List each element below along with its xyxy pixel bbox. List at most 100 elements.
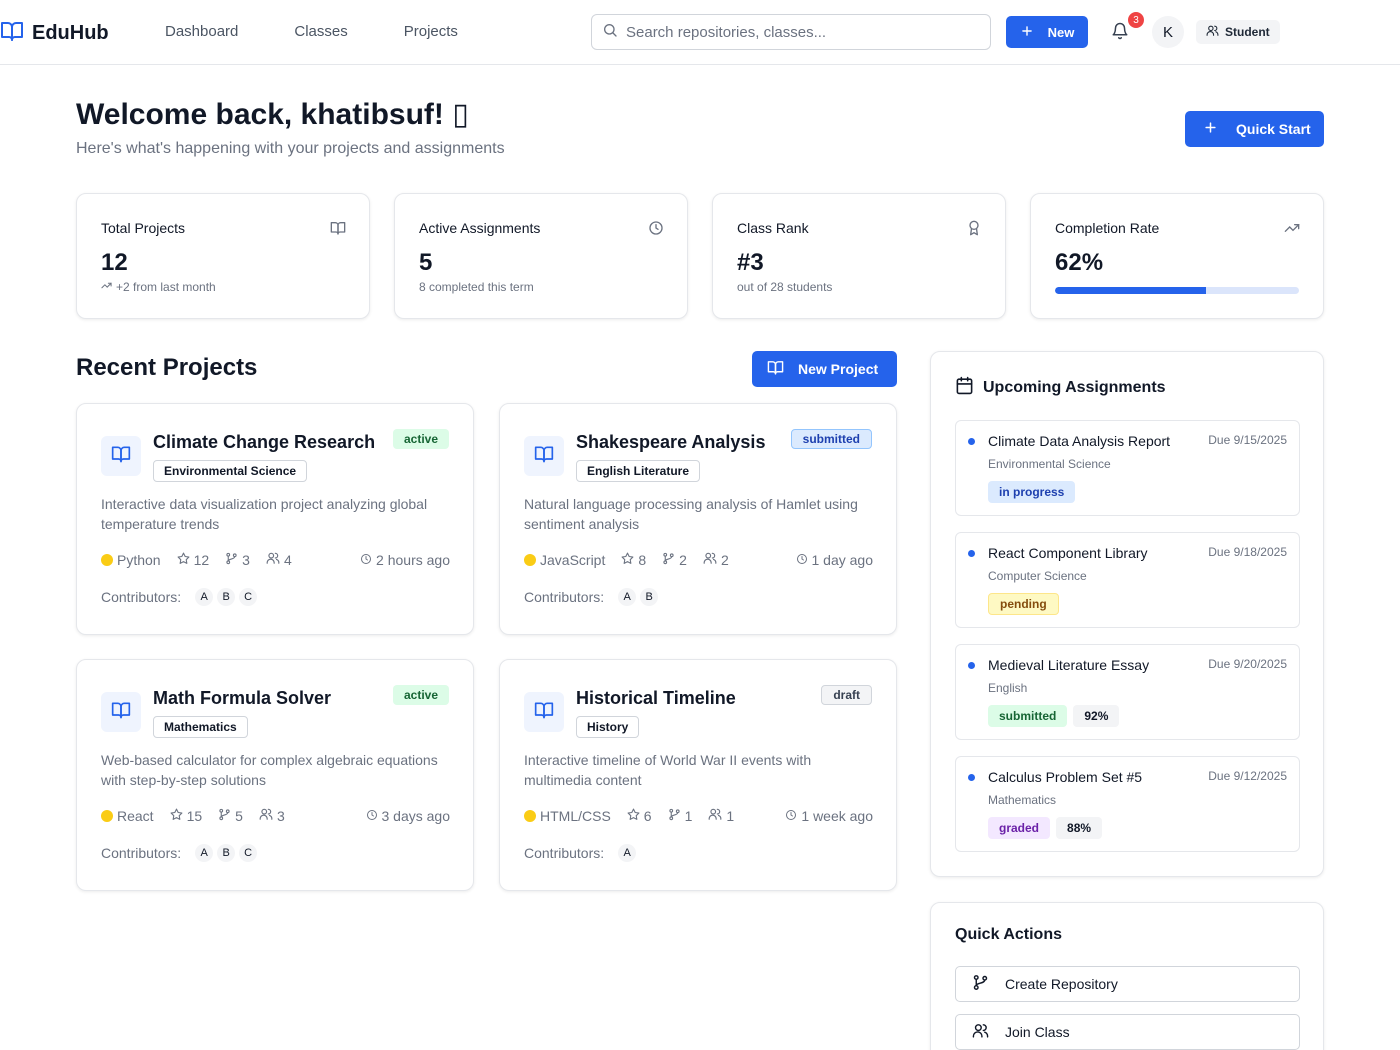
contributor-avatar[interactable]: C — [239, 588, 258, 606]
project-subject-tag: History — [576, 716, 640, 738]
plus-icon — [1020, 24, 1034, 41]
project-forks: 3 — [225, 552, 250, 568]
assignment-item[interactable]: Calculus Problem Set #5 Due 9/12/2025 Ma… — [955, 756, 1300, 852]
project-updated: 3 days ago — [366, 808, 450, 824]
assignment-course: Environmental Science — [988, 457, 1111, 471]
git-fork-icon — [662, 552, 675, 568]
assignment-indicator-dot — [968, 774, 975, 781]
stat-value: 5 — [419, 249, 433, 276]
git-fork-icon — [218, 808, 231, 824]
contributor-avatar[interactable]: A — [195, 588, 214, 606]
project-card[interactable]: Shakespeare Analysis English Literature … — [499, 403, 897, 635]
completion-progress-fill — [1055, 287, 1207, 294]
project-members: 4 — [266, 551, 292, 568]
brand-name: EduHub — [32, 22, 109, 44]
clock-icon — [360, 552, 372, 568]
star-icon — [170, 808, 183, 824]
nav-dashboard[interactable]: Dashboard — [165, 23, 238, 40]
project-description: Interactive data visualization project a… — [101, 496, 428, 532]
assignment-title: Medieval Literature Essay — [988, 657, 1150, 673]
assignment-badges: submitted 92% — [988, 705, 1120, 727]
quick-start-button[interactable]: Quick Start — [1185, 111, 1324, 147]
project-stars: 12 — [177, 552, 209, 568]
project-status-badge: active — [392, 429, 449, 449]
brand-logo[interactable]: EduHub — [0, 19, 109, 48]
assignment-due-date: Due 9/12/2025 — [1208, 769, 1287, 783]
assignment-item[interactable]: Medieval Literature Essay Due 9/20/2025 … — [955, 644, 1300, 740]
project-stars: 6 — [627, 808, 652, 824]
new-project-button[interactable]: New Project — [752, 351, 897, 387]
project-forks: 2 — [662, 552, 687, 568]
project-updated: 1 week ago — [785, 808, 873, 824]
project-members: 3 — [259, 807, 285, 824]
project-status-badge: active — [392, 685, 449, 705]
project-contributors: Contributors: A B C — [101, 588, 258, 606]
book-open-icon — [111, 444, 131, 469]
contributor-avatar[interactable]: B — [640, 588, 659, 606]
project-icon-box — [524, 692, 564, 732]
contributor-avatar[interactable]: B — [217, 844, 236, 862]
stat-subtext: 8 completed this term — [419, 280, 534, 294]
role-badge: Student — [1196, 20, 1280, 44]
book-open-icon — [534, 444, 554, 469]
assignment-badges: in progress — [988, 481, 1076, 503]
git-fork-icon — [225, 552, 238, 568]
contributor-avatar[interactable]: A — [618, 588, 637, 606]
project-title[interactable]: Historical Timeline — [576, 688, 736, 709]
project-card[interactable]: Math Formula Solver Mathematics active W… — [76, 659, 474, 891]
completion-progress-bar — [1055, 287, 1299, 294]
project-language: Python — [101, 552, 161, 568]
contributor-avatar[interactable]: C — [239, 844, 258, 862]
users-icon — [703, 551, 717, 568]
quick-start-label: Quick Start — [1236, 121, 1311, 137]
contributor-avatar[interactable]: B — [217, 588, 236, 606]
assignment-item[interactable]: Climate Data Analysis Report Due 9/15/20… — [955, 420, 1300, 516]
project-forks: 1 — [668, 808, 692, 824]
clock-icon — [785, 808, 797, 824]
nav-projects[interactable]: Projects — [404, 23, 458, 40]
project-card[interactable]: Historical Timeline History draft Intera… — [499, 659, 897, 891]
bell-icon[interactable] — [1111, 22, 1129, 45]
assignment-item[interactable]: React Component Library Due 9/18/2025 Co… — [955, 532, 1300, 628]
new-button[interactable]: New — [1006, 16, 1088, 48]
contributor-avatar[interactable]: A — [618, 844, 637, 862]
join-class-button[interactable]: Join Class — [955, 1014, 1300, 1050]
nav-classes[interactable]: Classes — [294, 23, 347, 40]
stat-label: Completion Rate — [1055, 220, 1160, 236]
project-meta: HTML/CSS 6 1 1 1 week ago — [524, 807, 873, 824]
project-meta: React 15 5 3 3 days ago — [101, 807, 450, 824]
create-repository-button[interactable]: Create Repository — [955, 966, 1300, 1002]
project-description: Web-based calculator for complex algebra… — [101, 752, 438, 788]
project-description: Interactive timeline of World War II eve… — [524, 752, 812, 788]
assignment-due-date: Due 9/20/2025 — [1208, 657, 1287, 671]
project-stars: 8 — [621, 552, 646, 568]
project-subject-tag: English Literature — [576, 460, 701, 482]
project-meta: Python 12 3 4 2 hours ago — [101, 551, 450, 568]
award-icon — [966, 220, 982, 241]
stat-subtext: out of 28 students — [737, 280, 833, 294]
quick-actions-title: Quick Actions — [955, 926, 1062, 943]
project-status-badge: submitted — [790, 429, 872, 449]
project-title[interactable]: Climate Change Research — [153, 432, 375, 453]
assignment-title: React Component Library — [988, 545, 1148, 561]
assignment-indicator-dot — [968, 662, 975, 669]
search-icon — [602, 22, 618, 43]
assignment-status-badge: in progress — [988, 481, 1076, 503]
project-title[interactable]: Math Formula Solver — [153, 688, 331, 709]
clock-icon — [796, 552, 808, 568]
project-members: 2 — [703, 551, 729, 568]
project-card[interactable]: Climate Change Research Environmental Sc… — [76, 403, 474, 635]
project-subject-tag: Environmental Science — [153, 460, 308, 482]
assignment-title: Calculus Problem Set #5 — [988, 769, 1143, 785]
book-open-icon — [330, 220, 346, 241]
search-input[interactable] — [626, 23, 966, 41]
project-title[interactable]: Shakespeare Analysis — [576, 432, 765, 453]
assignment-status-badge: submitted — [988, 705, 1068, 727]
user-avatar[interactable]: K — [1152, 16, 1184, 48]
book-open-icon — [111, 700, 131, 725]
language-color-dot — [524, 809, 536, 822]
assignment-indicator-dot — [968, 550, 975, 557]
upcoming-assignments-panel: Upcoming Assignments Climate Data Analys… — [930, 351, 1324, 877]
contributor-avatar[interactable]: A — [195, 844, 214, 862]
plus-icon — [1203, 120, 1218, 138]
